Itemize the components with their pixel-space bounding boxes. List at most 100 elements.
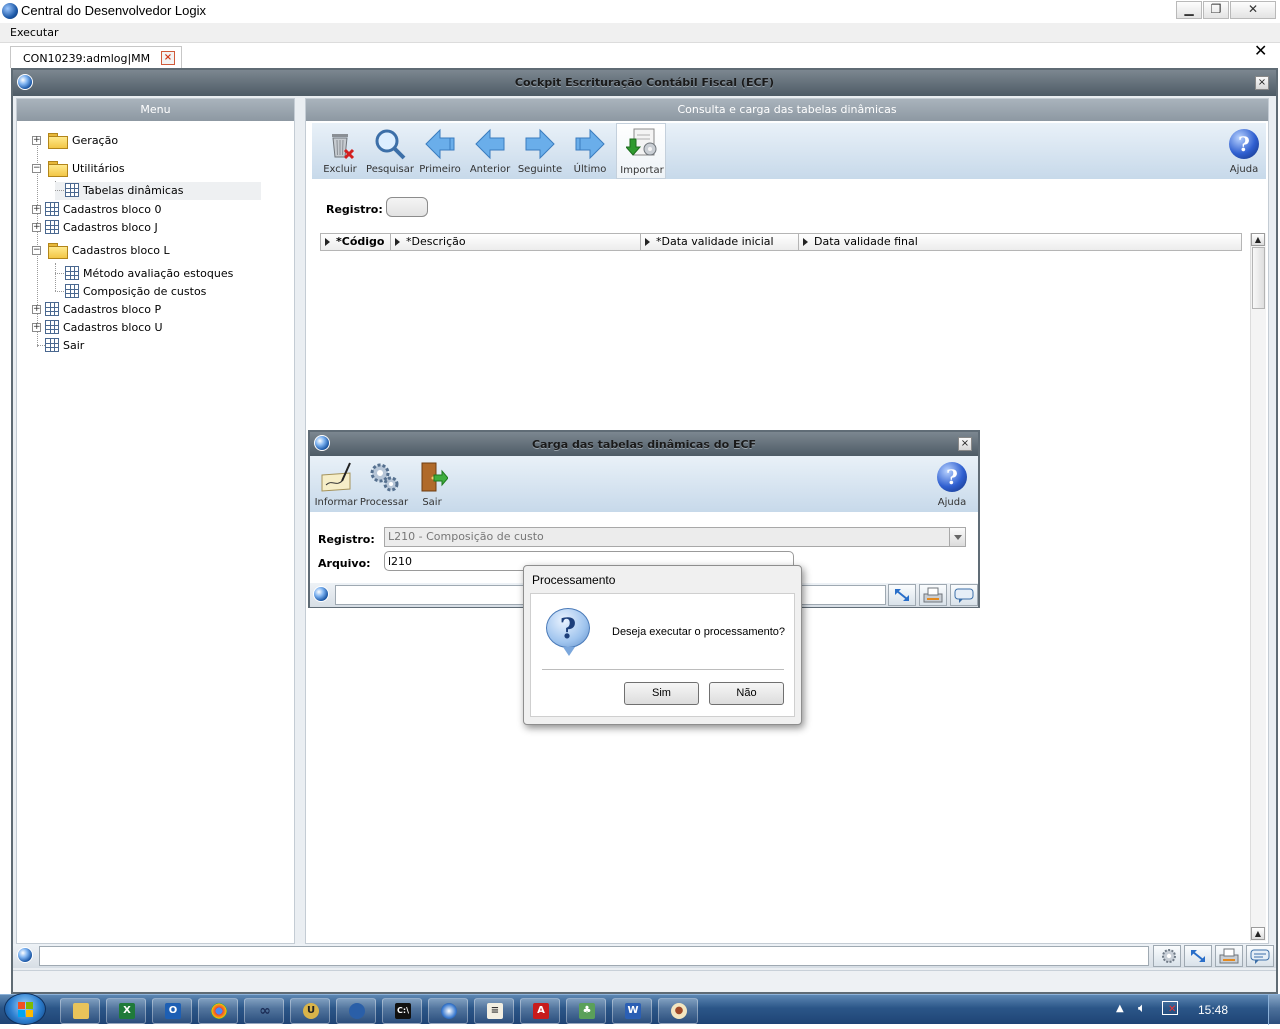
col-header-codigo[interactable]: *Código	[321, 234, 391, 250]
close-icon: ✕	[1247, 2, 1259, 16]
network-icon[interactable]: ✕	[1162, 1001, 1178, 1015]
taskbar-app-doc[interactable]: ≡	[474, 998, 514, 1024]
expand-icon[interactable]: +	[32, 323, 41, 332]
resize-button[interactable]	[1184, 945, 1212, 967]
taskbar-excel[interactable]: X	[106, 998, 146, 1024]
taskbar-outlook[interactable]: O	[152, 998, 192, 1024]
processar-button[interactable]: Processar	[360, 458, 408, 510]
sim-button[interactable]: Sim	[624, 682, 699, 705]
content-panel-header: Consulta e carga das tabelas dinâmicas	[306, 99, 1268, 121]
tree-item-cadastros-bloco-u[interactable]: + Cadastros bloco U	[17, 319, 287, 337]
sort-arrow-icon	[325, 238, 330, 246]
cockpit-title: Cockpit Escrituração Contábil Fiscal (EC…	[514, 76, 775, 89]
trash-delete-icon	[332, 134, 355, 160]
tree-item-cadastros-bloco-j[interactable]: + Cadastros bloco J	[17, 219, 287, 237]
expand-icon[interactable]: +	[32, 223, 41, 232]
carga-toolbar: Informar Processar Sair ? Ajuda	[310, 456, 978, 512]
col-header-data-inicial[interactable]: *Data validade inicial	[641, 234, 799, 250]
tree-item-geracao[interactable]: + Geração	[17, 132, 287, 150]
tree-item-utilitarios[interactable]: − Utilitários	[17, 160, 287, 178]
expand-icon[interactable]: +	[32, 136, 41, 145]
taskbar-app-palm[interactable]: ♣	[566, 998, 606, 1024]
carga-dialog-title: Carga das tabelas dinâmicas do ECF	[531, 438, 757, 451]
tree-item-composicao-de-custos[interactable]: Composição de custos	[55, 283, 275, 301]
sair-button[interactable]: Sair	[408, 458, 456, 510]
carga-resize-button[interactable]	[888, 584, 916, 606]
message-balloon-icon	[954, 588, 974, 603]
anterior-button[interactable]: Anterior	[466, 125, 514, 177]
table-icon	[45, 302, 59, 316]
maximize-button[interactable]: ❐	[1203, 1, 1229, 19]
minimize-button[interactable]: ▁	[1176, 1, 1202, 19]
taskbar-acrobat[interactable]: A	[520, 998, 560, 1024]
tab-close-icon[interactable]: ×	[161, 51, 175, 65]
first-record-icon	[425, 128, 455, 160]
scroll-up-icon[interactable]: ▲	[1251, 233, 1265, 246]
informar-button[interactable]: Informar	[312, 458, 360, 510]
primeiro-button[interactable]: Primeiro	[416, 125, 464, 177]
close-all-icon[interactable]: ✕	[1254, 41, 1267, 60]
col-header-descricao[interactable]: *Descrição	[391, 234, 641, 250]
tree-item-cadastros-bloco-p[interactable]: + Cadastros bloco P	[17, 301, 287, 319]
taskbar-app-ut[interactable]: U	[290, 998, 330, 1024]
collapse-icon[interactable]: −	[32, 164, 41, 173]
ultimo-button[interactable]: Último	[566, 125, 614, 177]
carga-print-button[interactable]	[919, 584, 947, 606]
taskbar-app-globe[interactable]	[336, 998, 376, 1024]
taskbar-cmd[interactable]: C:\	[382, 998, 422, 1024]
expand-icon[interactable]: +	[32, 205, 41, 214]
col-header-data-final[interactable]: Data validade final	[799, 234, 1241, 250]
taskbar-logix[interactable]	[428, 998, 468, 1024]
seguinte-button[interactable]: Seguinte	[516, 125, 564, 177]
cockpit-close-button[interactable]: ×	[1255, 76, 1269, 90]
tree-item-label: Utilitários	[72, 162, 125, 175]
scroll-down-icon[interactable]: ▲	[1251, 927, 1265, 940]
volume-icon[interactable]: 🔈︎	[1138, 1001, 1146, 1016]
ultimo-label: Último	[573, 164, 607, 175]
print-button[interactable]	[1215, 945, 1243, 967]
carga-ajuda-button[interactable]: ? Ajuda	[928, 458, 976, 510]
tree-item-cadastros-bloco-0[interactable]: + Cadastros bloco 0	[17, 201, 287, 219]
expand-icon[interactable]: +	[32, 305, 41, 314]
menu-executar[interactable]: Executar	[4, 25, 65, 40]
tree-item-label: Composição de custos	[83, 285, 207, 298]
ajuda-button[interactable]: ? Ajuda	[1220, 125, 1268, 177]
window-close-button[interactable]: ✕	[1230, 1, 1276, 19]
taskbar-clock[interactable]: 15:48	[1198, 1003, 1228, 1017]
taskbar-chrome[interactable]	[198, 998, 238, 1024]
taskbar-word[interactable]: W	[612, 998, 652, 1024]
show-hidden-icons[interactable]: ▲	[1116, 1003, 1124, 1014]
informar-write-icon	[321, 462, 351, 492]
tree-item-cadastros-bloco-l[interactable]: − Cadastros bloco L	[17, 242, 287, 260]
tree-item-tabelas-dinamicas[interactable]: Tabelas dinâmicas	[55, 182, 261, 200]
status-logo-icon	[17, 947, 33, 963]
table-icon	[65, 266, 79, 280]
taskbar-paint[interactable]: ●	[658, 998, 698, 1024]
grid-scrollbar[interactable]: ▲ ▲	[1250, 233, 1266, 941]
registro-input[interactable]	[386, 197, 428, 217]
table-icon	[45, 220, 59, 234]
start-button[interactable]	[4, 993, 46, 1025]
minimize-icon: ▁	[1184, 2, 1194, 16]
messages-button[interactable]	[1246, 945, 1274, 967]
tree-item-sair[interactable]: Sair	[17, 337, 287, 355]
carga-dialog-close-button[interactable]: ×	[958, 437, 972, 451]
tab-con10239[interactable]: CON10239:admlog|MM ×	[10, 46, 182, 68]
collapse-icon[interactable]: −	[32, 246, 41, 255]
chevron-down-icon[interactable]	[949, 528, 965, 546]
taskbar-explorer[interactable]	[60, 998, 100, 1024]
nao-button[interactable]: Não	[709, 682, 784, 705]
importar-button[interactable]: Importar	[616, 123, 666, 179]
logix-icon	[441, 1003, 457, 1019]
taskbar-app-infinity[interactable]: ∞	[244, 998, 284, 1024]
carga-messages-button[interactable]	[950, 584, 978, 606]
scroll-thumb[interactable]	[1252, 247, 1265, 309]
sort-arrow-icon	[395, 238, 400, 246]
settings-button[interactable]	[1153, 945, 1181, 967]
pesquisar-button[interactable]: Pesquisar	[366, 125, 414, 177]
show-desktop-button[interactable]	[1268, 995, 1280, 1025]
carga-registro-select[interactable]: L210 - Composição de custo	[384, 527, 966, 547]
tree-connector	[55, 190, 64, 191]
tree-item-metodo-avaliacao-estoques[interactable]: Método avaliação estoques	[55, 265, 275, 283]
excluir-button[interactable]: Excluir	[316, 125, 364, 177]
